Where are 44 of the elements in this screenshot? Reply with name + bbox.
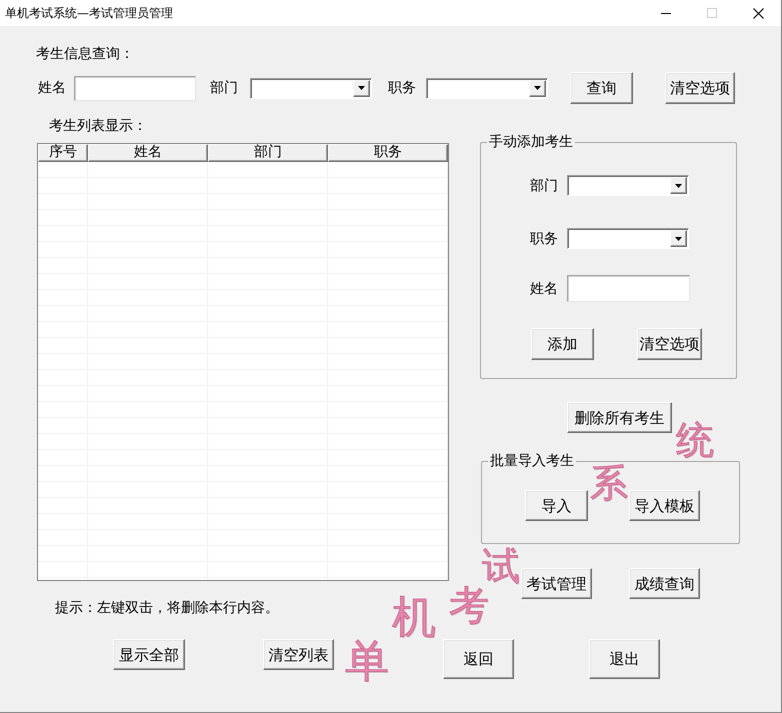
scores-button[interactable]: 成绩查询 [629,568,700,599]
clear-button[interactable]: 清空选项 [637,328,702,360]
background-calligraphy-text: 系 [590,464,628,502]
field-label: 姓名 [530,280,559,296]
dropdown-field[interactable] [567,228,689,249]
exam-button[interactable]: 考试管理 [521,568,592,599]
dropdown-field[interactable] [250,78,372,98]
group-title: 批量导入考生 [489,453,575,469]
delete-all-button[interactable]: 删除所有考生 [567,402,672,433]
close-icon [752,8,764,18]
template-button[interactable]: 导入模板 [629,490,700,521]
background-calligraphy-text: 机 [392,596,436,640]
background-calligraphy-text: 单 [345,640,389,684]
add-button[interactable]: 添加 [531,328,594,360]
section-heading: 考生信息查询： [36,46,134,62]
field-label: 部门 [210,80,239,96]
group-title: 手动添加考生 [488,134,574,150]
background-calligraphy-text: 试 [482,547,520,585]
column-header[interactable]: 姓名 [88,144,208,162]
background-calligraphy-text: 统 [676,421,714,459]
clear-button[interactable]: 清空选项 [665,72,735,104]
clear-list-button[interactable]: 清空列表 [263,639,334,670]
show-all-button[interactable]: 显示全部 [113,639,185,670]
field-label: 姓名 [38,80,67,96]
window-title: 单机考试系统—考试管理员管理 [5,6,173,20]
hint-text: 提示：左键双击，将删除本行内容。 [55,600,279,616]
back-button[interactable]: 返回 [443,639,514,679]
minimize-icon [661,12,671,14]
dropdown-field[interactable] [567,175,689,196]
column-header[interactable]: 序号 [38,144,88,162]
exit-button[interactable]: 退出 [589,639,660,679]
text-input-field[interactable] [567,275,690,302]
dropdown-field[interactable] [426,78,548,98]
background-calligraphy-text: 考 [449,586,489,626]
field-label: 职务 [530,230,559,246]
search-button[interactable]: 查询 [570,72,633,104]
field-label: 部门 [530,178,559,194]
text-input-field[interactable] [74,76,196,100]
column-header[interactable]: 职务 [328,144,448,162]
import-button[interactable]: 导入 [525,490,588,521]
maximize-icon [707,8,717,18]
field-label: 职务 [388,80,417,96]
column-header[interactable]: 部门 [208,144,328,162]
section-heading: 考生列表显示： [49,118,147,134]
